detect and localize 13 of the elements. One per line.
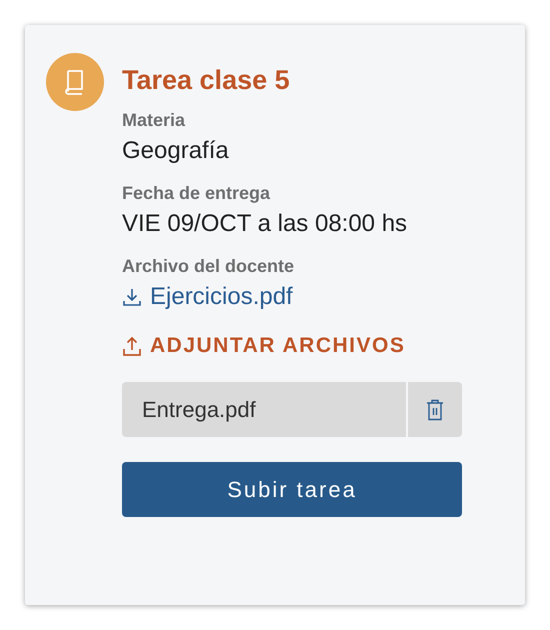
- download-link[interactable]: Ejercicios.pdf: [122, 283, 293, 311]
- attach-files-link[interactable]: ADJUNTAR ARCHIVOS: [122, 334, 462, 358]
- assignment-title: Tarea clase 5: [122, 65, 291, 96]
- field-label: Archivo del docente: [122, 256, 296, 277]
- download-icon: [122, 287, 142, 307]
- field-label: Materia: [122, 110, 186, 131]
- trash-icon: [425, 398, 445, 422]
- field-value: Geografía: [122, 137, 230, 165]
- field-label: Fecha de entrega: [122, 183, 272, 204]
- file-name: Entrega.pdf: [122, 382, 408, 437]
- submit-button[interactable]: Subir tarea: [122, 462, 462, 517]
- field-value: VIE 09/OCT a las 08:00 hs: [122, 210, 408, 238]
- upload-icon: [122, 335, 142, 357]
